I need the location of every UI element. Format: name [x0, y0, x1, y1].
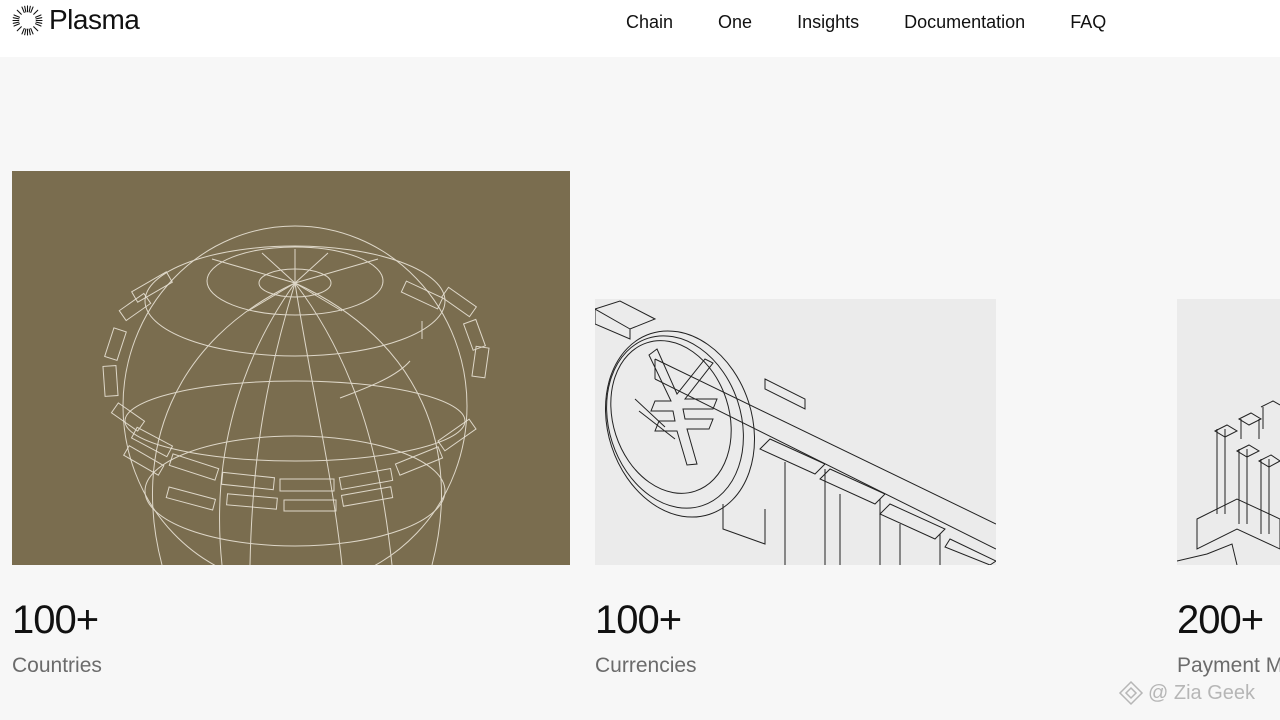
brand-name: Plasma — [49, 4, 140, 35]
currencies-illustration-panel — [595, 299, 996, 565]
yen-coin-icon — [595, 300, 996, 565]
wireframe-globe-icon — [102, 225, 490, 565]
site-header: Plasma Chain One Insights Documentation … — [0, 0, 1280, 57]
payment-methods-illustration-panel — [1177, 299, 1280, 565]
diamond-logo-icon — [1118, 680, 1144, 706]
main-nav: Chain One Insights Documentation FAQ — [626, 10, 1106, 34]
payment-methods-stat-value: 200+ — [1177, 598, 1264, 642]
countries-stat-value: 100+ — [12, 598, 99, 642]
nav-one[interactable]: One — [718, 10, 752, 34]
currencies-stat-label: Currencies — [595, 654, 697, 677]
nav-faq[interactable]: FAQ — [1070, 10, 1106, 34]
nav-insights[interactable]: Insights — [797, 10, 859, 34]
watermark-text: @ Zia Geek — [1148, 681, 1256, 704]
radial-burst-icon — [12, 4, 43, 36]
currencies-stat-value: 100+ — [595, 598, 682, 642]
payment-blocks-icon — [1177, 400, 1280, 565]
payment-methods-stat-label: Payment M — [1177, 654, 1280, 677]
nav-documentation[interactable]: Documentation — [904, 10, 1025, 34]
nav-chain[interactable]: Chain — [626, 10, 673, 34]
countries-stat-label: Countries — [12, 654, 102, 677]
plasma-logo-link[interactable]: Plasma — [12, 4, 140, 36]
watermark: @ Zia Geek — [1118, 680, 1255, 706]
countries-illustration-panel — [12, 171, 570, 565]
